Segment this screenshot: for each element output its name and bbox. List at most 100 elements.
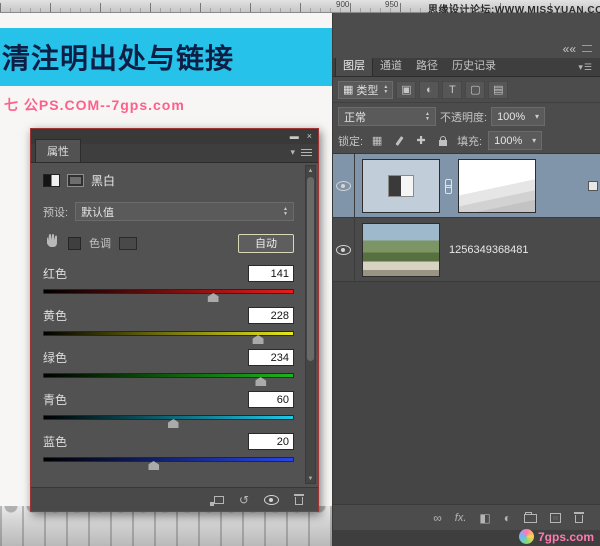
filter-smart-object-icon[interactable]: ▤	[488, 81, 508, 99]
blend-mode-select[interactable]: 正常 ▲▼	[338, 107, 436, 126]
image-layer-thumbnail[interactable]	[362, 223, 440, 277]
watermark-site-text: 7gps.com	[538, 530, 594, 544]
eye-icon	[336, 245, 351, 255]
chevron-down-icon: ▾	[535, 112, 539, 121]
slider-blue: 蓝色 20	[43, 433, 294, 462]
layer-row-image[interactable]: 1256349368481	[333, 218, 600, 282]
close-icon[interactable]: ×	[307, 132, 312, 141]
slider-thumb[interactable]	[253, 335, 264, 344]
new-group-icon[interactable]	[524, 512, 537, 523]
add-mask-icon[interactable]: ◧	[479, 512, 490, 524]
opacity-select[interactable]: 100% ▾	[491, 107, 545, 126]
slider-track[interactable]	[43, 289, 294, 294]
slider-yellow: 黄色 228	[43, 307, 294, 336]
slider-value-field[interactable]: 234	[248, 349, 294, 366]
properties-scrollbar[interactable]: ▲ ▼	[305, 165, 316, 484]
layer-style-icon[interactable]: fx.	[455, 512, 467, 524]
auto-button[interactable]: 自动	[238, 234, 294, 253]
layers-bottom-bar: ∞ fx. ◧ ◐	[333, 504, 600, 530]
lock-transparency-icon[interactable]: ▦	[369, 133, 385, 149]
slider-track[interactable]	[43, 415, 294, 420]
opacity-label: 不透明度:	[440, 109, 487, 125]
mask-link-icon[interactable]	[444, 179, 452, 193]
lock-position-icon[interactable]: ✚	[413, 133, 429, 149]
slider-thumb[interactable]	[168, 419, 179, 428]
slider-label: 红色	[43, 265, 67, 282]
delete-layer-icon[interactable]	[574, 512, 584, 523]
slider-cyan: 青色 60	[43, 391, 294, 420]
fill-select[interactable]: 100% ▾	[488, 131, 542, 150]
slider-thumb[interactable]	[148, 461, 159, 470]
ruler-number: 950	[385, 0, 398, 9]
new-layer-icon[interactable]	[550, 513, 561, 523]
bw-sliders: 红色 141 黄色 228	[43, 265, 294, 462]
filter-adjustment-layers-icon[interactable]: ◐	[419, 81, 439, 99]
collapse-panels-icon[interactable]: ««	[563, 44, 576, 54]
preset-row: 预设: 默认值 ▲▼	[43, 202, 294, 221]
tint-label: 色调	[89, 235, 111, 251]
slider-thumb[interactable]	[255, 377, 266, 386]
slider-thumb[interactable]	[208, 293, 219, 302]
scroll-up-icon[interactable]: ▲	[306, 166, 315, 175]
slider-track[interactable]	[43, 457, 294, 462]
slider-track[interactable]	[43, 373, 294, 378]
banner-title-text: 清注明出处与链接	[0, 37, 234, 77]
black-white-adjustment-icon	[388, 175, 414, 197]
adjustment-layer-thumbnail[interactable]	[362, 159, 440, 213]
layer-row-adjustment[interactable]	[333, 154, 600, 218]
lock-all-icon[interactable]	[435, 133, 451, 149]
horizontal-ruler[interactable]: 900 950 思缘设计论坛:WWW.MISSYUAN.COM	[0, 0, 600, 13]
document-photo-fragment	[0, 506, 332, 546]
panel-grip-icon[interactable]	[582, 45, 592, 52]
properties-panel: ▬ × 属性 ▾ 黑白 预设: 默认值 ▲▼	[30, 128, 319, 512]
filter-type-layers-icon[interactable]: T	[442, 81, 462, 99]
tint-checkbox[interactable]	[68, 237, 81, 250]
slider-value-field[interactable]: 20	[248, 433, 294, 450]
filter-pixel-layers-icon[interactable]: ▣	[396, 81, 416, 99]
delete-adjustment-icon[interactable]	[294, 494, 304, 505]
scrubby-hand-icon[interactable]	[43, 233, 60, 253]
chevron-down-icon: ▾	[532, 136, 536, 145]
scrollbar-thumb[interactable]	[307, 177, 314, 361]
slider-label: 绿色	[43, 349, 67, 366]
adjustment-header: 黑白	[43, 172, 294, 189]
layer-mask-thumbnail[interactable]	[458, 159, 536, 213]
reset-adjustment-icon[interactable]: ↺	[239, 494, 249, 506]
panel-tabs: 图层 通道 路径 历史记录 ▾☰	[333, 58, 600, 77]
toggle-visibility-eye-icon[interactable]	[264, 495, 279, 505]
updown-arrows-icon: ▲▼	[283, 207, 288, 217]
opacity-value: 100%	[497, 111, 525, 123]
properties-bottom-bar: ↺	[31, 487, 318, 511]
new-adjustment-layer-icon[interactable]: ◐	[504, 512, 511, 524]
layer-name[interactable]: 1256349368481	[449, 244, 529, 256]
updown-arrows-icon: ▲▼	[425, 112, 430, 122]
photoshop-workspace: 900 950 思缘设计论坛:WWW.MISSYUAN.COM 清注明出处与链接…	[0, 0, 600, 546]
slider-value-field[interactable]: 60	[248, 391, 294, 408]
lock-pixels-icon[interactable]	[391, 133, 407, 149]
eye-icon	[336, 181, 351, 191]
visibility-toggle[interactable]	[333, 218, 355, 281]
properties-panel-menu[interactable]: ▾	[290, 147, 318, 162]
slider-track[interactable]	[43, 331, 294, 336]
slider-value-field[interactable]: 228	[248, 307, 294, 324]
preset-value: 默认值	[81, 204, 114, 220]
tint-color-swatch[interactable]	[119, 237, 137, 250]
minimize-icon[interactable]: ▬	[290, 132, 299, 141]
properties-content: 黑白 预设: 默认值 ▲▼ 色调 自动	[31, 163, 318, 487]
visibility-toggle[interactable]	[333, 154, 355, 217]
slider-label: 蓝色	[43, 433, 67, 450]
filter-shape-layers-icon[interactable]: ▢	[465, 81, 485, 99]
link-layers-icon[interactable]: ∞	[433, 512, 442, 524]
fill-value: 100%	[494, 135, 522, 147]
slider-label: 黄色	[43, 307, 67, 324]
site-watermark: 7gps.com	[519, 529, 594, 544]
panel-menu-icon[interactable]: ▾☰	[578, 62, 600, 76]
mask-badge-icon[interactable]	[67, 174, 84, 187]
filter-type-dropdown[interactable]: ▦ 类型 ▲▼	[338, 81, 393, 99]
preset-select[interactable]: 默认值 ▲▼	[75, 202, 294, 221]
tab-properties[interactable]: 属性	[35, 139, 81, 162]
slider-value-field[interactable]: 141	[248, 265, 294, 282]
fill-label: 填充:	[457, 133, 482, 149]
scroll-down-icon[interactable]: ▼	[306, 474, 315, 483]
clip-to-layer-icon[interactable]	[214, 496, 224, 504]
